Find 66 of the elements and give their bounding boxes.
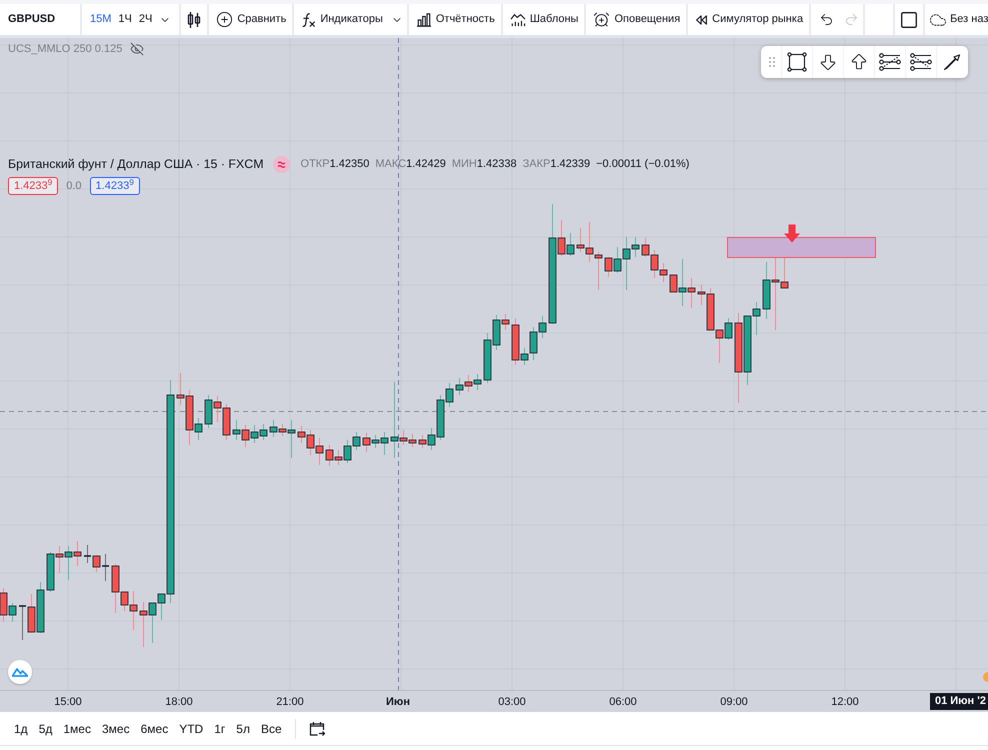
- replay-button[interactable]: Симулятор рынка: [688, 4, 810, 35]
- rewind-icon: [695, 14, 708, 26]
- series-title: Британский фунт / Доллар США · 15 · FXCM: [8, 156, 264, 173]
- plus-circle-icon: [216, 11, 234, 28]
- arrow-down-marker: [784, 224, 800, 242]
- time-label: 03:00: [498, 695, 526, 710]
- time-label: Июн: [386, 695, 410, 710]
- calendar-arrow-icon: [308, 720, 325, 736]
- logo-icon[interactable]: [8, 660, 32, 684]
- indicators-button[interactable]: Индикаторы: [294, 4, 389, 35]
- interval-tab[interactable]: 2Ч: [138, 11, 152, 28]
- drag-handle-icon[interactable]: [769, 57, 775, 67]
- ohlc-label: МАКС: [375, 156, 406, 172]
- chart-template-icon: [510, 12, 526, 26]
- reports-button[interactable]: Отчётность: [408, 4, 501, 35]
- square-icon: [901, 12, 918, 28]
- range-button[interactable]: 5д: [34, 716, 58, 740]
- event-marker-icon[interactable]: [983, 672, 988, 682]
- ohlc-value: 1.42338: [476, 156, 517, 172]
- lines-icon: [879, 53, 901, 71]
- undo-button[interactable]: [819, 12, 834, 27]
- range-button[interactable]: YTD: [174, 716, 208, 740]
- symbol-button[interactable]: GBPUSD: [0, 4, 80, 35]
- arrow-up-icon: [849, 52, 869, 72]
- indicator-name: UCS_MMLO 250 0.125: [8, 42, 122, 57]
- range-button[interactable]: Все: [256, 716, 287, 740]
- interval-tab[interactable]: 1Ч: [118, 11, 132, 28]
- time-label: 18:00: [165, 695, 193, 710]
- range-button[interactable]: 1мес: [58, 716, 96, 740]
- alarm-clock-plus-icon: [593, 11, 610, 28]
- time-label: 06:00: [609, 695, 637, 710]
- buy-price-button[interactable]: 1.4233$^{9}$: [90, 177, 140, 195]
- candlestick-icon: [187, 10, 202, 28]
- rectangle-icon: [787, 52, 807, 72]
- ohlc-value: 1.42429: [406, 156, 446, 172]
- time-label: 09:00: [720, 695, 748, 710]
- eye-off-icon[interactable]: [130, 42, 144, 56]
- time-label: 15:00: [54, 695, 82, 710]
- compare-button[interactable]: Сравнить: [209, 4, 292, 35]
- range-button[interactable]: 5л: [231, 716, 255, 740]
- alerts-button[interactable]: Оповещения: [586, 4, 686, 35]
- ohlc-value: 1.42339: [550, 156, 590, 172]
- market-status-icon: [272, 156, 290, 172]
- function-icon: [301, 10, 316, 28]
- templates-button[interactable]: Шаблоны: [502, 4, 584, 35]
- layout-name-button[interactable]: Без наз: [925, 4, 988, 35]
- bar-chart-icon: [416, 12, 432, 26]
- spread-value: 0.0: [66, 178, 82, 194]
- crosshair-time-label: 01 Июн '2: [930, 693, 988, 710]
- ohlc-value: 1.42350: [330, 156, 370, 172]
- interval-tab[interactable]: 15M: [90, 11, 112, 28]
- range-button[interactable]: 6мес: [136, 716, 174, 740]
- range-button[interactable]: 1д: [9, 716, 33, 740]
- price-change: −0.00011 (−0.01%): [596, 156, 690, 172]
- lines-icon: [910, 53, 932, 71]
- diagonal-arrow-icon: [943, 53, 961, 71]
- ohlc-label: ОТКР: [300, 156, 330, 172]
- arrow-down-icon: [818, 52, 838, 72]
- time-label: 12:00: [831, 695, 859, 710]
- range-button[interactable]: 1г: [209, 716, 230, 740]
- range-button[interactable]: 3мес: [96, 716, 135, 740]
- undo-icon: [819, 12, 834, 27]
- time-label: 21:00: [276, 695, 304, 710]
- ohlc-label: МИН: [452, 156, 477, 172]
- ohlc-label: ЗАКР: [522, 156, 550, 172]
- redo-icon: [844, 12, 860, 27]
